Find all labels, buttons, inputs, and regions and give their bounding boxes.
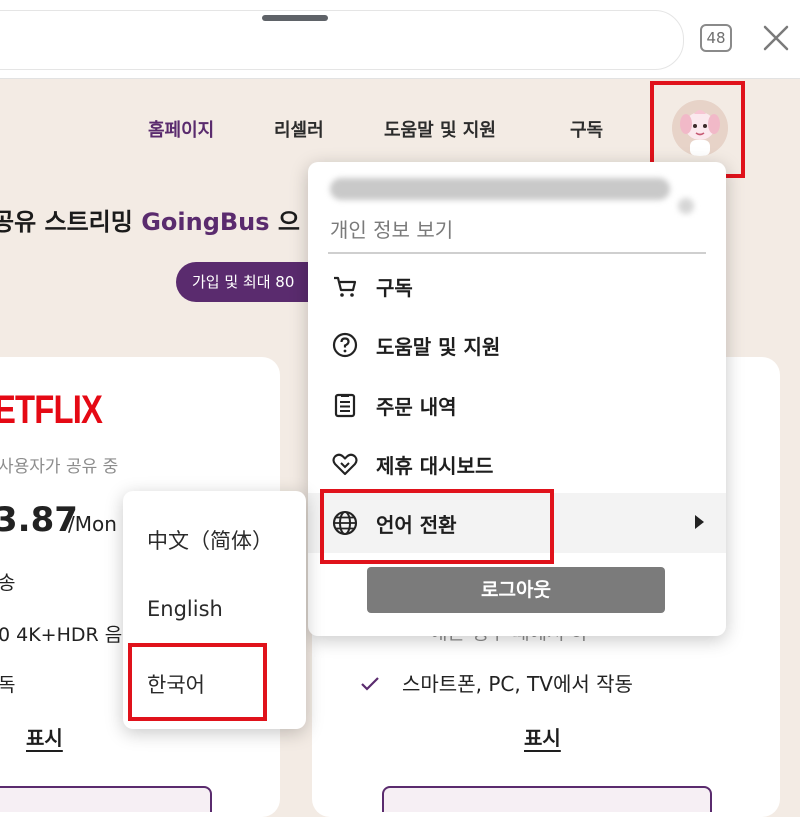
- price-unit: /Mon: [68, 512, 117, 536]
- show-link[interactable]: 표시: [524, 722, 561, 751]
- account-email: [330, 178, 670, 200]
- nav-subscription[interactable]: 구독: [570, 116, 603, 142]
- menu-item-affiliate-dashboard[interactable]: 제휴 대시보드: [308, 434, 726, 494]
- netflix-logo: ETFLIX: [0, 388, 103, 432]
- logout-button[interactable]: 로그아웃: [367, 567, 665, 613]
- select-plan-button[interactable]: [0, 786, 212, 812]
- language-switch-highlight-box: [320, 489, 554, 564]
- feature-text: 0 4K+HDR 음: [0, 624, 123, 646]
- menu-item-subscription[interactable]: 구독: [308, 256, 726, 316]
- browser-toolbar: 48: [0, 0, 800, 79]
- menu-item-label: 주문 내역: [376, 395, 457, 419]
- language-option-english[interactable]: English: [147, 597, 223, 621]
- shared-users-text: 사용자가 공유 중: [0, 457, 119, 477]
- menu-divider: [328, 252, 706, 254]
- menu-item-label: 구독: [376, 276, 413, 300]
- tab-count-button[interactable]: 48: [700, 24, 732, 52]
- menu-item-label: 도움말 및 지원: [376, 335, 501, 359]
- feature-text: 송: [0, 572, 16, 594]
- view-profile-link[interactable]: 개인 정보 보기: [330, 214, 453, 243]
- account-dropdown-menu: 개인 정보 보기 구독 도움말 및 지원 주문 내역 제휴 대시보드 언어 전환…: [308, 162, 726, 636]
- menu-item-order-history[interactable]: 주문 내역: [308, 375, 726, 435]
- address-bar[interactable]: [0, 10, 684, 70]
- help-circle-icon: [332, 332, 358, 358]
- price-value: 3.87: [0, 500, 78, 540]
- check-icon: [361, 677, 379, 691]
- feature-text: 독: [0, 674, 16, 696]
- select-plan-button[interactable]: [382, 786, 712, 812]
- hero-headline: 공유 스트리밍 GoingBus 으: [0, 208, 300, 236]
- handshake-heart-icon: [332, 453, 358, 476]
- close-icon[interactable]: [760, 20, 792, 56]
- nav-help-support[interactable]: 도움말 및 지원: [384, 116, 496, 142]
- korean-option-highlight-box: [128, 643, 267, 721]
- email-decoration: [678, 198, 694, 214]
- nav-home[interactable]: 홈페이지: [148, 116, 214, 142]
- chevron-right-icon: [695, 515, 704, 529]
- menu-item-help[interactable]: 도움말 및 지원: [308, 315, 726, 375]
- show-link[interactable]: 표시: [26, 722, 63, 751]
- language-option-chinese[interactable]: 中文（简体）: [147, 525, 273, 555]
- drag-handle[interactable]: [262, 15, 328, 21]
- feature-text: 스마트폰, PC, TV에서 작동: [402, 672, 633, 696]
- nav-reseller[interactable]: 리셀러: [274, 116, 324, 142]
- menu-item-label: 제휴 대시보드: [376, 454, 494, 478]
- cart-icon: [334, 276, 357, 297]
- clipboard-list-icon: [334, 393, 356, 418]
